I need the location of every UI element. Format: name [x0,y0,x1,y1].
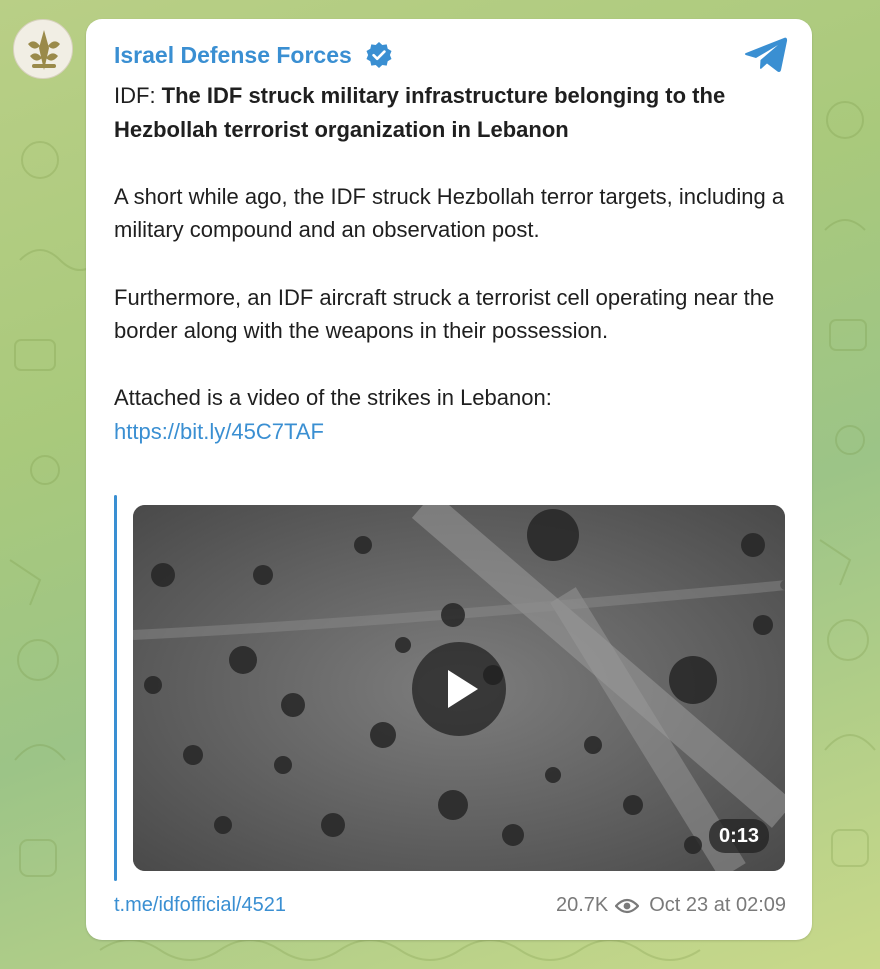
post-link[interactable]: https://bit.ly/45C7TAF [114,419,324,444]
video-preview[interactable]: 0:13 [133,505,785,871]
post-paragraph-1: A short while ago, the IDF struck Hezbol… [114,183,785,243]
post-headline: The IDF struck military infrastructure b… [114,83,726,142]
post-body: IDF: The IDF struck military infrastruct… [114,79,794,449]
eye-icon [615,898,640,913]
message-meta: 20.7K Oct 23 at 02:09 [556,894,786,917]
post-prefix: IDF: [114,83,162,108]
channel-name[interactable]: Israel Defense Forces [114,42,352,69]
channel-header: Israel Defense Forces [114,41,393,69]
verified-badge-icon [366,42,392,68]
chat-background: Israel Defense Forces IDF: The IDF struc… [0,0,880,969]
video-duration: 0:13 [708,819,769,853]
message-card: Israel Defense Forces IDF: The IDF struc… [86,19,812,940]
views-count: 20.7K [555,894,609,916]
message-footer: t.me/idfofficial/4521 20.7K Oct 23 at 02… [114,892,786,920]
play-icon[interactable] [412,642,506,736]
message-permalink[interactable]: t.me/idfofficial/4521 [114,894,286,917]
idf-emblem-icon [28,30,60,70]
channel-avatar[interactable] [13,19,73,79]
post-paragraph-3: Attached is a video of the strikes in Le… [114,385,552,411]
post-headline-line: IDF: The IDF struck military infrastruct… [114,79,794,146]
link-preview-bar [114,495,117,881]
views-counter: 20.7K [555,894,640,917]
telegram-icon[interactable] [744,37,788,73]
message-date: Oct 23 at 02:09 [649,894,786,916]
post-paragraph-2: Furthermore, an IDF aircraft struck a te… [114,284,775,344]
